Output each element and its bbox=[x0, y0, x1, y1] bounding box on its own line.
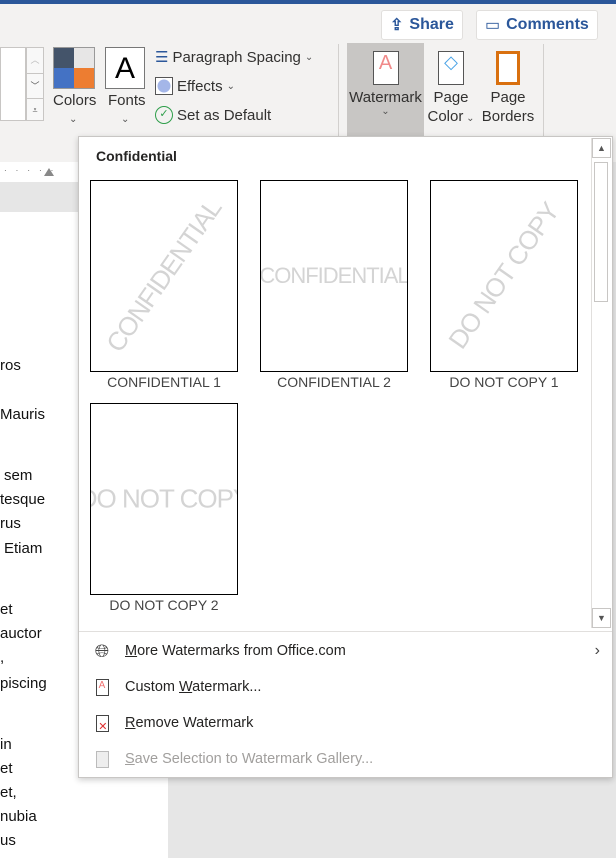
colors-icon bbox=[53, 47, 95, 89]
document-text-fragment: , bbox=[0, 649, 5, 666]
watermark-option-label: DO NOT COPY 1 bbox=[449, 374, 559, 390]
menu-item-label: More Watermarks from Office.com bbox=[125, 643, 346, 659]
comments-button[interactable]: ▭ Comments bbox=[476, 10, 598, 40]
watermark-option-label: DO NOT COPY 2 bbox=[109, 597, 219, 613]
share-button[interactable]: ⇪ Share bbox=[381, 10, 463, 40]
watermark-option[interactable]: DO NOT COPY bbox=[430, 180, 578, 372]
document-text-fragment: tesque bbox=[0, 491, 46, 508]
watermark-option[interactable]: CONFIDENTIAL bbox=[260, 180, 408, 372]
scroll-thumb[interactable] bbox=[594, 162, 608, 302]
scroll-up-button[interactable]: ▲ bbox=[592, 138, 611, 158]
page-color-icon: ◇ bbox=[438, 51, 464, 85]
chevron-down-icon: ⌄ bbox=[69, 114, 78, 125]
effects-icon bbox=[155, 77, 173, 95]
chevron-down-icon: ⌄ bbox=[226, 80, 235, 92]
divider bbox=[543, 44, 544, 136]
document-text-fragment: piscing bbox=[0, 675, 47, 692]
menu-item-save-gallery: Save Selection to Watermark Gallery... bbox=[79, 741, 612, 777]
watermark-icon: A bbox=[372, 51, 399, 85]
watermark-dropdown: Confidential CONFIDENTIAL CONFIDENTIAL 1 C… bbox=[78, 136, 613, 778]
watermark-preview-text: CONFIDENTIAL bbox=[260, 263, 408, 288]
chevron-right-icon: › bbox=[594, 642, 600, 659]
document-text-fragment: et bbox=[0, 760, 13, 777]
chevron-down-icon: ⌄ bbox=[121, 114, 130, 125]
menu-item-label: Save Selection to Watermark Gallery... bbox=[125, 751, 374, 767]
watermark-option-label: CONFIDENTIAL 1 bbox=[107, 374, 221, 390]
document-text-fragment: sem bbox=[4, 467, 33, 484]
menu-item-globe[interactable]: 🌐︎ More Watermarks from Office.com › bbox=[79, 633, 612, 669]
document-text-fragment: us bbox=[0, 832, 16, 849]
menu-item-label: Custom Watermark... bbox=[125, 679, 262, 695]
remove-watermark-icon: ✕ bbox=[79, 714, 125, 733]
checkmark-circle-icon: ✓ bbox=[155, 106, 173, 124]
watermark-option-label: CONFIDENTIAL 2 bbox=[277, 374, 391, 390]
divider bbox=[338, 44, 339, 136]
document-text-fragment: et, bbox=[0, 784, 17, 801]
paragraph-spacing-icon: ☰ bbox=[155, 49, 169, 66]
menu-item-custom-watermark[interactable]: A Custom Watermark... bbox=[79, 669, 612, 705]
document-text-fragment: ros bbox=[0, 357, 21, 374]
document-text-fragment: Etiam bbox=[4, 540, 43, 557]
chevron-down-icon: ⌄ bbox=[304, 51, 314, 63]
document-text-fragment: in bbox=[0, 736, 12, 753]
custom-watermark-icon: A bbox=[79, 678, 125, 696]
divider bbox=[79, 631, 612, 632]
globe-icon: 🌐︎ bbox=[94, 640, 110, 661]
menu-item-remove-watermark[interactable]: ✕ Remove Watermark bbox=[79, 705, 612, 741]
scroll-down-button[interactable]: ▼ bbox=[592, 608, 611, 628]
document-text-fragment: nubia bbox=[0, 808, 37, 825]
comment-icon: ▭ bbox=[485, 17, 501, 34]
save-gallery-icon bbox=[79, 750, 125, 768]
watermark-option[interactable]: DO NOT COPY bbox=[90, 403, 238, 595]
page-color-button[interactable]: ◇ Page Color ⌄ bbox=[426, 43, 476, 141]
ruler[interactable]: ····· bbox=[0, 162, 78, 182]
indent-marker[interactable] bbox=[44, 168, 54, 176]
section-title: Confidential bbox=[96, 148, 177, 164]
document-text-fragment: rus bbox=[0, 515, 21, 532]
watermark-preview-text: CONFIDENTIAL bbox=[100, 193, 228, 358]
watermark-option[interactable]: CONFIDENTIAL bbox=[90, 180, 238, 372]
watermark-preview-text: DO NOT COPY bbox=[442, 197, 565, 355]
effects-button[interactable]: Effects ⌄ bbox=[155, 77, 235, 95]
chevron-down-icon: ⌄ bbox=[381, 106, 390, 117]
paragraph-spacing-button[interactable]: ☰ Paragraph Spacing ⌄ bbox=[155, 48, 314, 67]
watermark-preview-text: DO NOT COPY bbox=[91, 483, 237, 514]
gallery-scrollbar[interactable]: ▲ ▼ bbox=[591, 138, 611, 628]
fonts-button[interactable]: Fonts bbox=[108, 92, 146, 109]
fonts-icon: A bbox=[105, 47, 145, 89]
menu-item-label: Remove Watermark bbox=[125, 715, 254, 731]
style-gallery-scroll[interactable]: ︿ ﹀ ⩡ bbox=[26, 47, 44, 121]
set-as-default-button[interactable]: ✓ Set as Default bbox=[155, 106, 271, 124]
colors-button[interactable]: Colors bbox=[53, 92, 96, 109]
page-borders-icon bbox=[496, 51, 520, 85]
document-text-fragment: et bbox=[0, 601, 13, 618]
style-gallery-preview[interactable] bbox=[0, 47, 26, 121]
share-icon: ⇪ bbox=[390, 17, 404, 34]
watermark-button[interactable]: A Watermark ⌄ bbox=[347, 43, 424, 141]
page-borders-button[interactable]: Page Borders bbox=[480, 43, 536, 141]
document-text-fragment: Mauris bbox=[0, 406, 46, 423]
document-text-fragment: auctor bbox=[0, 625, 42, 642]
